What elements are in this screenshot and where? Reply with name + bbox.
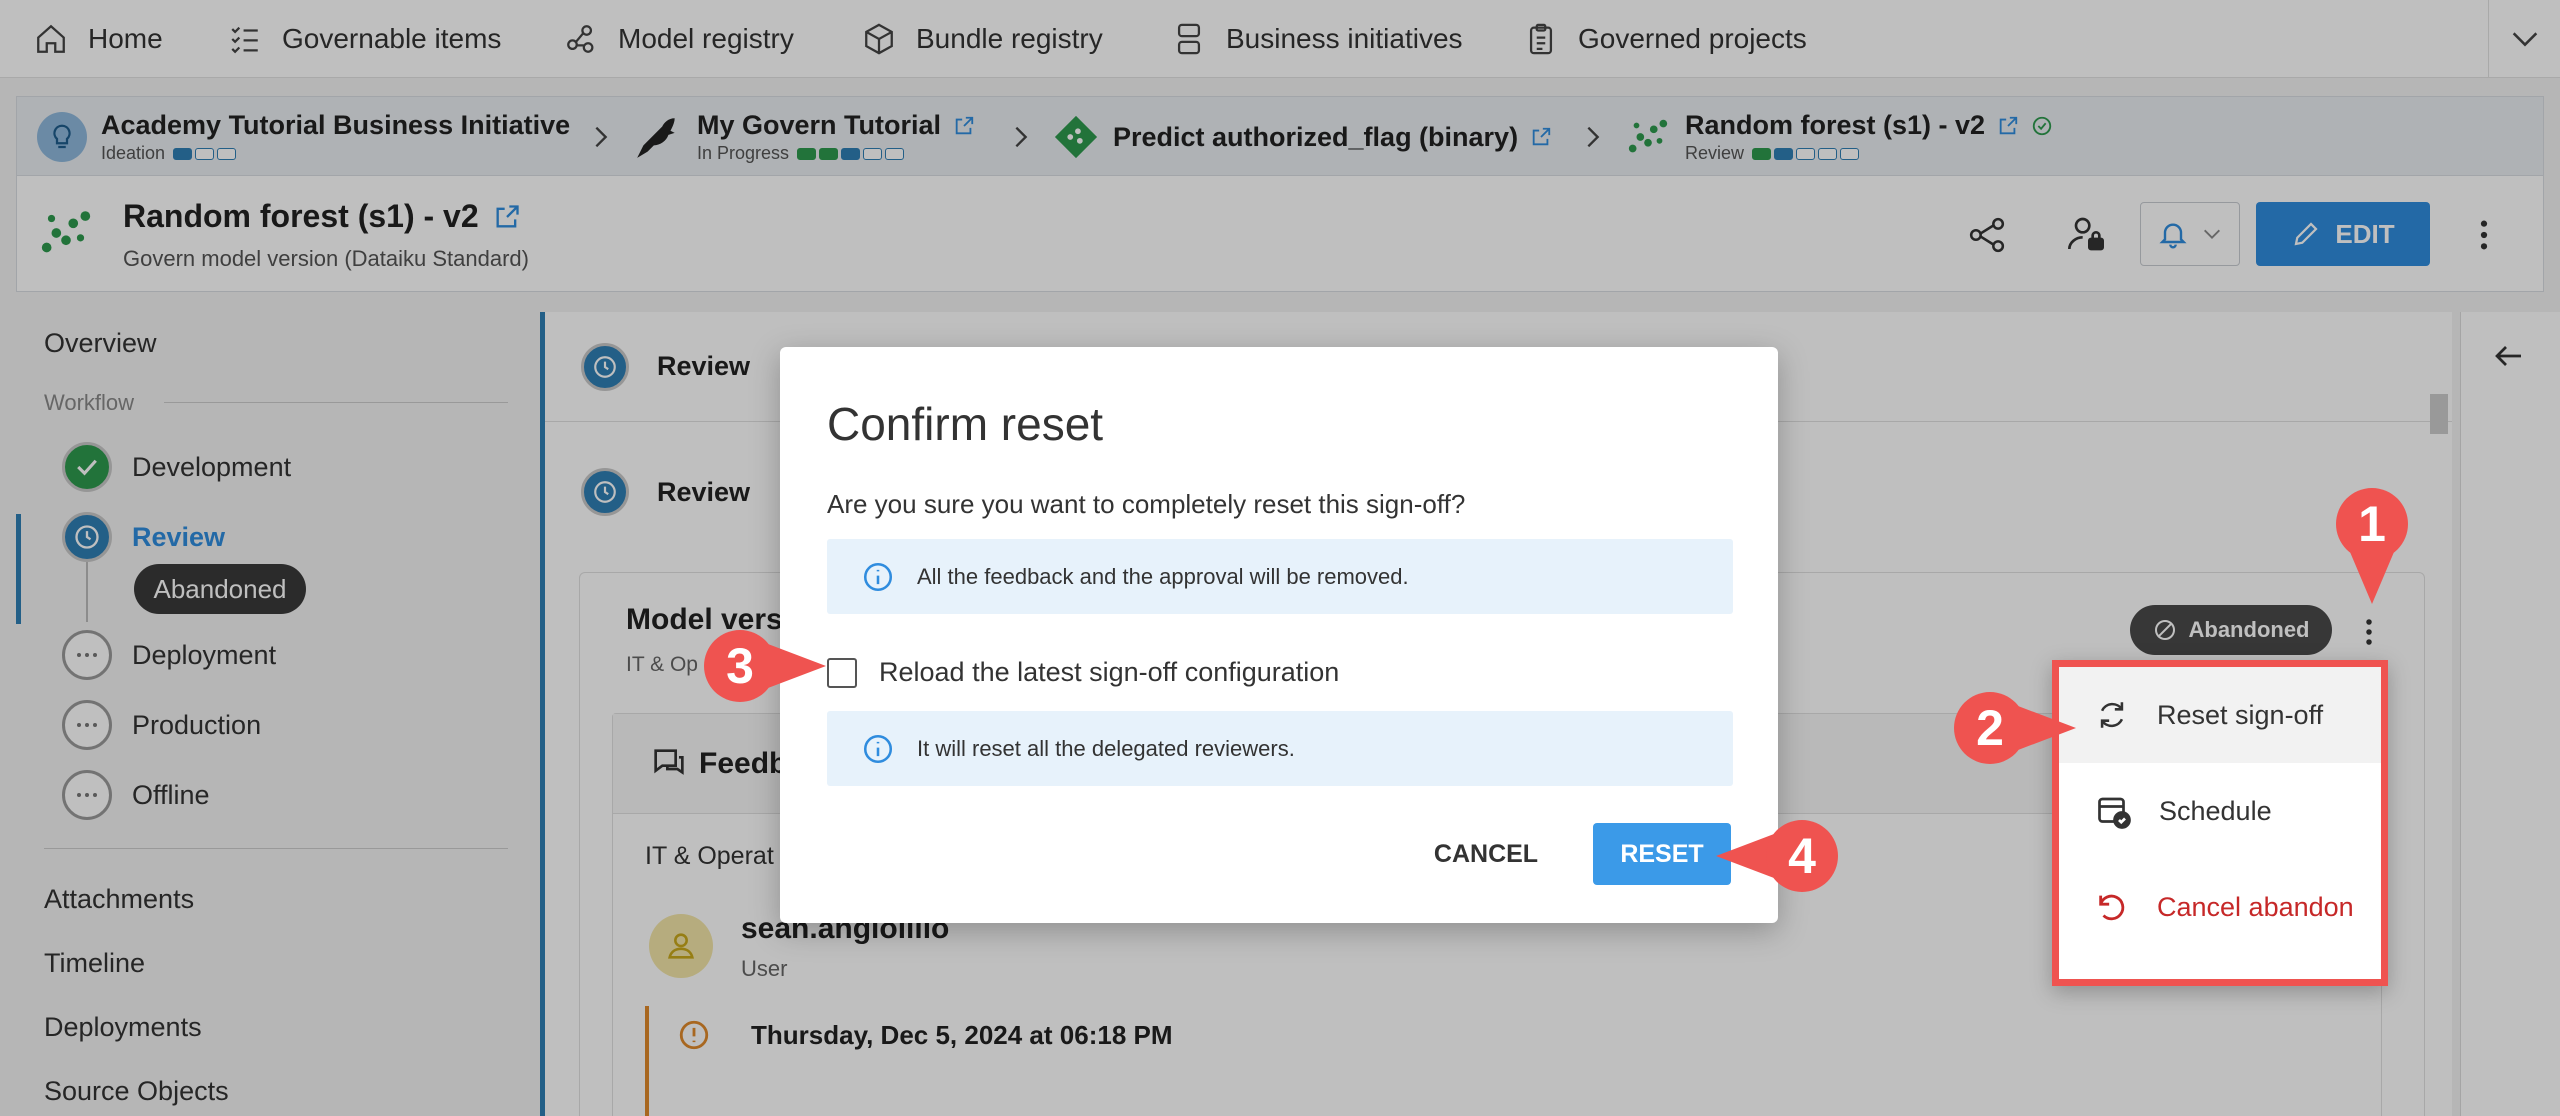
info-text: All the feedback and the approval will b… (917, 563, 1409, 589)
checkbox[interactable] (827, 657, 857, 688)
menu-item-label: Cancel abandon (2157, 891, 2354, 922)
menu-item-label: Schedule (2159, 795, 2272, 826)
menu-item-cancel-abandon[interactable]: Cancel abandon (2059, 859, 2381, 955)
callout-1: 1 (2334, 486, 2410, 606)
signoff-context-menu: Reset sign-off Schedule Cancel abandon (2052, 660, 2388, 986)
info-icon (863, 562, 893, 591)
reload-config-checkbox[interactable]: Reload the latest sign-off configuration (827, 657, 1339, 688)
callout-3: 3 (702, 628, 828, 704)
menu-item-label: Reset sign-off (2157, 699, 2324, 730)
undo-icon (2099, 894, 2125, 921)
callout-number: 4 (1788, 828, 1816, 884)
info-icon (863, 734, 893, 763)
callout-2: 2 (1952, 690, 2078, 766)
checkbox-label: Reload the latest sign-off configuration (879, 657, 1340, 687)
cancel-button[interactable]: CANCEL (1420, 823, 1552, 885)
info-text: It will reset all the delegated reviewer… (917, 735, 1295, 761)
dialog-question: Are you sure you want to completely rese… (827, 489, 1466, 519)
reset-button[interactable]: RESET (1593, 823, 1731, 885)
menu-item-reset-signoff[interactable]: Reset sign-off (2059, 667, 2381, 763)
callout-number: 1 (2358, 496, 2386, 552)
confirm-reset-dialog: Confirm reset Are you sure you want to c… (780, 347, 1778, 923)
callout-number: 2 (1976, 700, 2004, 756)
dialog-title: Confirm reset (827, 398, 1104, 450)
menu-item-schedule[interactable]: Schedule (2059, 763, 2381, 859)
refresh-icon (2100, 702, 2124, 728)
callout-4: 4 (1714, 818, 1840, 894)
info-message: All the feedback and the approval will b… (827, 539, 1733, 614)
callout-number: 3 (726, 638, 754, 694)
calendar-icon (2098, 797, 2131, 829)
info-message: It will reset all the delegated reviewer… (827, 711, 1733, 786)
